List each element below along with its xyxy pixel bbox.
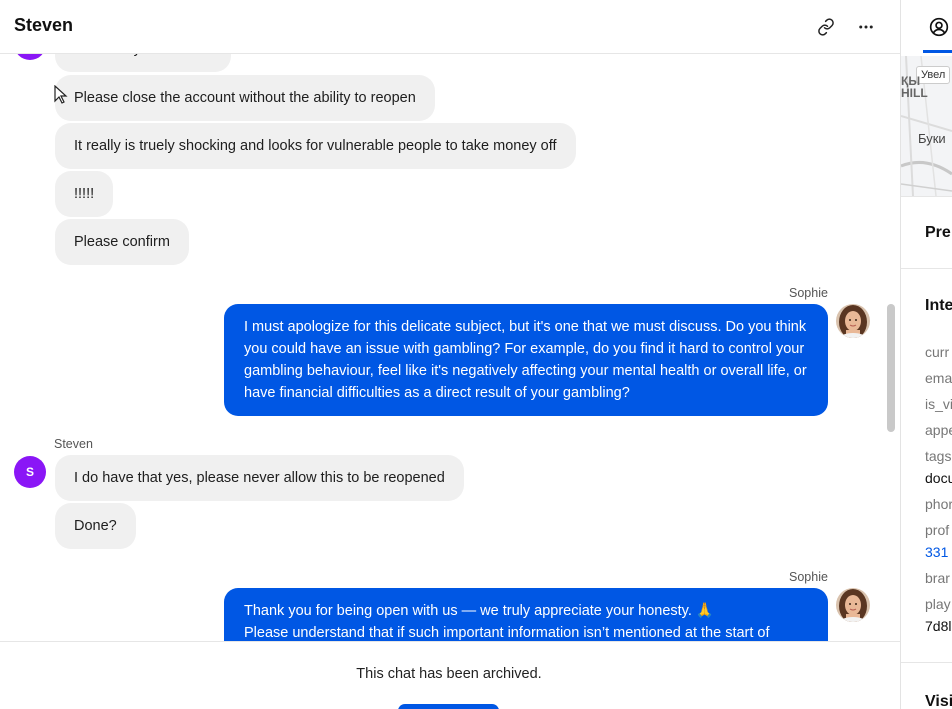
link-button[interactable] — [813, 14, 839, 40]
details-sidebar: Увел ҚЫ HILL Буки Pre Inte curr ema is_v… — [901, 0, 952, 709]
map-zoom-chip[interactable]: Увел — [916, 66, 951, 84]
message-bubble: It really is truely shocking and looks f… — [55, 123, 576, 169]
attribute-label: ema — [925, 370, 952, 386]
primary-action-button[interactable] — [398, 704, 499, 709]
section-divider — [901, 268, 952, 269]
chat-main: Steven Absolutely not thanks Please clos… — [0, 0, 900, 709]
agent-message-bubble: Thank you for being open with us — we tr… — [224, 588, 828, 641]
message-bubble: Please confirm — [55, 219, 189, 265]
message-bubble: !!!!! — [55, 171, 114, 217]
customer-avatar — [14, 54, 46, 60]
attribute-value: 7d8l — [925, 618, 952, 634]
message-thread[interactable]: Absolutely not thanks Please close the a… — [0, 54, 900, 641]
message-bubble: Absolutely not thanks — [55, 54, 231, 72]
attribute-label: is_vi — [925, 396, 952, 412]
attribute-label: tags — [925, 448, 952, 464]
mouse-cursor-icon — [54, 85, 68, 104]
sidebar-tabs — [901, 0, 952, 54]
more-horizontal-icon — [859, 25, 873, 29]
attribute-label: brar — [925, 570, 950, 586]
agent-avatar — [836, 304, 870, 338]
chat-footer: This chat has been archived. — [0, 641, 900, 709]
section-title[interactable]: Inte — [925, 297, 952, 315]
message-bubble: Done? — [55, 503, 136, 549]
archived-notice: This chat has been archived. — [356, 666, 542, 682]
attribute-label: prof — [925, 522, 950, 538]
attribute-value: docu — [925, 470, 952, 486]
section-title[interactable]: Pre — [925, 224, 951, 242]
attribute-label: curr — [925, 344, 950, 360]
chat-title: Steven — [14, 15, 74, 35]
attribute-label: phor — [925, 496, 952, 512]
profile-link[interactable]: 331 — [925, 544, 948, 560]
customer-name: Steven — [54, 437, 93, 451]
agent-message-bubble: I must apologize for this delicate subje… — [224, 304, 828, 416]
attribute-label: appe — [925, 422, 952, 438]
active-tab-indicator — [923, 50, 952, 53]
message-bubble: I do have that yes, please never allow t… — [55, 455, 464, 501]
agent-message-line: Please understand that if such important… — [244, 625, 770, 641]
section-title[interactable]: Visi — [925, 693, 952, 709]
user-circle-icon — [929, 17, 949, 37]
agent-avatar — [836, 588, 870, 622]
message-bubble: Please close the account without the abi… — [55, 75, 435, 121]
location-map[interactable]: Увел ҚЫ HILL Буки — [901, 56, 952, 196]
agent-name: Sophie — [789, 286, 828, 300]
customer-avatar: S — [14, 456, 46, 488]
section-divider — [901, 196, 952, 197]
section-divider — [901, 662, 952, 663]
tab-user[interactable] — [901, 0, 952, 54]
map-label: Буки — [918, 131, 946, 146]
link-icon — [818, 18, 834, 36]
attribute-label: play — [925, 596, 951, 612]
chat-header: Steven — [0, 0, 900, 54]
more-options-button[interactable] — [853, 14, 879, 40]
agent-name: Sophie — [789, 570, 828, 584]
map-label: HILL — [901, 86, 928, 100]
agent-message-line: Thank you for being open with us — we tr… — [244, 603, 714, 619]
scrollbar-thumb[interactable] — [887, 304, 895, 432]
